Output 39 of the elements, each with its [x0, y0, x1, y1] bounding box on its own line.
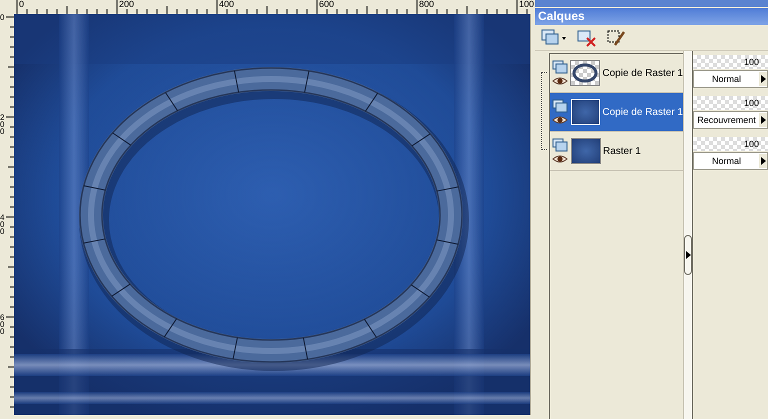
ruler-label: 100 [519, 0, 535, 9]
opacity-slider[interactable]: 100 [693, 137, 768, 151]
ruler-label: 0 [0, 14, 6, 21]
layer-row[interactable]: Raster 1 [550, 132, 683, 171]
blend-mode-dropdown[interactable]: Normal [693, 152, 768, 170]
panel-title: Calques [535, 8, 768, 25]
arrow-icon[interactable] [686, 251, 690, 259]
arrow-icon[interactable] [760, 75, 766, 83]
opacity-slider[interactable]: 100 [693, 55, 768, 69]
layer-name: Copie de Raster 1 [602, 68, 683, 78]
ruler-label: 800 [419, 0, 436, 9]
delete-layer-icon[interactable] [577, 29, 597, 47]
blend-mode-dropdown[interactable]: Recouvrement [693, 111, 768, 129]
splitter-handle[interactable] [684, 235, 692, 275]
ruler-label: 600 [0, 314, 6, 335]
layer-name: Copie de Raster 1 [602, 106, 683, 118]
ruler-label: 400 [0, 214, 6, 235]
eye-icon[interactable] [552, 76, 568, 86]
layer-name: Raster 1 [603, 146, 641, 156]
arrow-icon[interactable] [760, 116, 766, 124]
arrow-icon[interactable] [760, 157, 766, 165]
new-layer-icon[interactable] [541, 29, 567, 47]
raster-layer-icon [552, 99, 568, 113]
ruler-label: 200 [0, 114, 6, 135]
layer-thumbnail [570, 60, 600, 86]
ruler-label: 600 [319, 0, 336, 9]
eye-icon[interactable] [552, 154, 568, 164]
ruler-label: 400 [219, 0, 236, 9]
ruler-label: 0 [19, 0, 26, 9]
blend-mode-dropdown[interactable]: Normal [693, 70, 768, 88]
ruler-label: 200 [119, 0, 136, 9]
eye-icon[interactable] [552, 115, 568, 125]
opacity-slider[interactable]: 100 [693, 96, 768, 110]
raster-layer-icon [552, 60, 568, 74]
layer-thumbnail [571, 138, 601, 164]
layer-row[interactable]: Copie de Raster 1 [550, 93, 683, 132]
raster-layer-icon [552, 138, 568, 152]
layer-thumbnail [570, 99, 600, 125]
selection-brush-icon[interactable] [607, 29, 627, 47]
